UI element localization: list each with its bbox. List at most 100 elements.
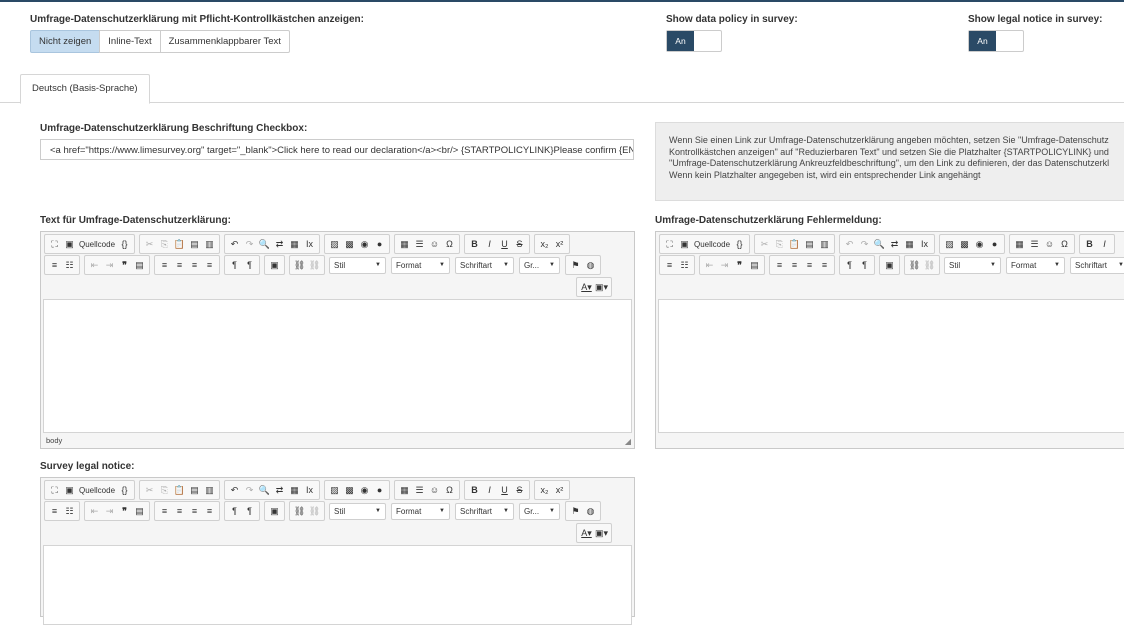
- font-select[interactable]: Schriftart ▼: [455, 502, 514, 520]
- link-icon[interactable]: ⛓: [293, 504, 306, 519]
- link-icon[interactable]: ⛓: [293, 258, 306, 273]
- source-button[interactable]: Quellcode: [78, 237, 116, 252]
- style-select[interactable]: Stil ▼: [329, 502, 386, 520]
- maximize-icon[interactable]: ⛶: [48, 483, 61, 498]
- align-center-icon[interactable]: ≡: [173, 504, 186, 519]
- source-button[interactable]: Quellcode: [78, 483, 116, 498]
- flash-icon[interactable]: ▩: [343, 483, 356, 498]
- bold-icon[interactable]: B: [468, 483, 481, 498]
- legal-notice-toggle[interactable]: An: [968, 30, 1024, 52]
- iframe-icon[interactable]: ●: [988, 237, 1001, 252]
- code-icon[interactable]: {}: [118, 237, 131, 252]
- replace-icon[interactable]: ⇄: [273, 483, 286, 498]
- special-char-icon[interactable]: Ω: [1058, 237, 1071, 252]
- paste-text-icon[interactable]: ▤: [188, 483, 201, 498]
- text-color-icon[interactable]: A▾: [580, 526, 593, 541]
- cut-icon[interactable]: ✂: [143, 483, 156, 498]
- template-icon[interactable]: ▣: [268, 258, 281, 273]
- outdent-icon[interactable]: ⇤: [703, 258, 716, 273]
- flash-icon[interactable]: ▩: [958, 237, 971, 252]
- style-select[interactable]: Stil ▼: [329, 256, 386, 274]
- remove-format-icon[interactable]: Ix: [303, 483, 316, 498]
- undo-icon[interactable]: ↶: [228, 237, 241, 252]
- justify-icon[interactable]: ≡: [203, 258, 216, 273]
- align-center-icon[interactable]: ≡: [788, 258, 801, 273]
- italic-icon[interactable]: I: [483, 483, 496, 498]
- outdent-icon[interactable]: ⇤: [88, 258, 101, 273]
- superscript-icon[interactable]: x²: [553, 483, 566, 498]
- language-icon[interactable]: ◍: [584, 258, 597, 273]
- checkbox-caption-input[interactable]: <a href="https://www.limesurvey.org" tar…: [40, 139, 634, 160]
- paste-word-icon[interactable]: ▥: [203, 237, 216, 252]
- cut-icon[interactable]: ✂: [758, 237, 771, 252]
- template-icon[interactable]: ▣: [883, 258, 896, 273]
- paste-icon[interactable]: 📋: [788, 237, 801, 252]
- format-select[interactable]: Format ▼: [1006, 256, 1065, 274]
- option-collapsible-text-button[interactable]: Zusammenklappbarer Text: [159, 30, 290, 53]
- paste-word-icon[interactable]: ▥: [818, 237, 831, 252]
- option-not-show-button[interactable]: Nicht zeigen: [30, 30, 101, 53]
- option-inline-text-button[interactable]: Inline-Text: [99, 30, 161, 53]
- template-icon[interactable]: ▣: [268, 504, 281, 519]
- font-select[interactable]: Schriftart ▼: [455, 256, 514, 274]
- rtl-icon[interactable]: ¶: [243, 504, 256, 519]
- smiley-icon[interactable]: ☺: [428, 483, 441, 498]
- flash-icon[interactable]: ▩: [343, 237, 356, 252]
- source-icon[interactable]: ▣: [678, 237, 691, 252]
- italic-icon[interactable]: I: [483, 237, 496, 252]
- underline-icon[interactable]: U: [498, 237, 511, 252]
- div-icon[interactable]: ▤: [133, 504, 146, 519]
- indent-icon[interactable]: ⇥: [718, 258, 731, 273]
- underline-icon[interactable]: U: [498, 483, 511, 498]
- bullet-list-icon[interactable]: ☷: [678, 258, 691, 273]
- blockquote-icon[interactable]: ❞: [118, 504, 131, 519]
- align-left-icon[interactable]: ≡: [158, 504, 171, 519]
- resize-handle-icon[interactable]: ◢: [625, 437, 631, 446]
- find-icon[interactable]: 🔍: [258, 237, 271, 252]
- size-select[interactable]: Gr... ▼: [519, 502, 560, 520]
- video-icon[interactable]: ◉: [973, 237, 986, 252]
- video-icon[interactable]: ◉: [358, 237, 371, 252]
- data-policy-toggle[interactable]: An: [666, 30, 722, 52]
- blockquote-icon[interactable]: ❞: [118, 258, 131, 273]
- horizontal-rule-icon[interactable]: ☰: [413, 237, 426, 252]
- horizontal-rule-icon[interactable]: ☰: [1028, 237, 1041, 252]
- redo-icon[interactable]: ↷: [858, 237, 871, 252]
- indent-icon[interactable]: ⇥: [103, 258, 116, 273]
- paste-text-icon[interactable]: ▤: [803, 237, 816, 252]
- italic-icon[interactable]: I: [1098, 237, 1111, 252]
- strike-icon[interactable]: S: [513, 483, 526, 498]
- format-select[interactable]: Format ▼: [391, 256, 450, 274]
- horizontal-rule-icon[interactable]: ☰: [413, 483, 426, 498]
- maximize-icon[interactable]: ⛶: [48, 237, 61, 252]
- select-all-icon[interactable]: ▦: [288, 237, 301, 252]
- replace-icon[interactable]: ⇄: [888, 237, 901, 252]
- special-char-icon[interactable]: Ω: [443, 237, 456, 252]
- unlink-icon[interactable]: ⛓: [308, 504, 321, 519]
- justify-icon[interactable]: ≡: [203, 504, 216, 519]
- unlink-icon[interactable]: ⛓: [923, 258, 936, 273]
- source-icon[interactable]: ▣: [63, 237, 76, 252]
- ltr-icon[interactable]: ¶: [843, 258, 856, 273]
- align-left-icon[interactable]: ≡: [773, 258, 786, 273]
- paste-text-icon[interactable]: ▤: [188, 237, 201, 252]
- bold-icon[interactable]: B: [468, 237, 481, 252]
- text-color-icon[interactable]: A▾: [580, 280, 593, 295]
- select-all-icon[interactable]: ▦: [288, 483, 301, 498]
- redo-icon[interactable]: ↷: [243, 237, 256, 252]
- iframe-icon[interactable]: ●: [373, 483, 386, 498]
- code-icon[interactable]: {}: [733, 237, 746, 252]
- subscript-icon[interactable]: x₂: [538, 237, 551, 252]
- link-icon[interactable]: ⛓: [908, 258, 921, 273]
- language-icon[interactable]: ◍: [584, 504, 597, 519]
- copy-icon[interactable]: ⎘: [158, 237, 171, 252]
- iframe-icon[interactable]: ●: [373, 237, 386, 252]
- numbered-list-icon[interactable]: ≡: [48, 504, 61, 519]
- paste-icon[interactable]: 📋: [173, 237, 186, 252]
- policy-text-content[interactable]: [43, 299, 632, 433]
- find-icon[interactable]: 🔍: [258, 483, 271, 498]
- paste-word-icon[interactable]: ▥: [203, 483, 216, 498]
- div-icon[interactable]: ▤: [748, 258, 761, 273]
- redo-icon[interactable]: ↷: [243, 483, 256, 498]
- format-select[interactable]: Format ▼: [391, 502, 450, 520]
